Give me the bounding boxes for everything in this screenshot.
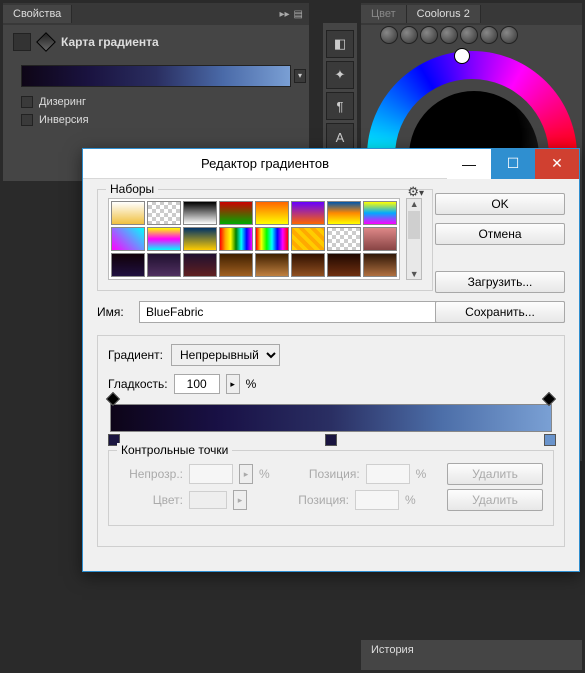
color-stop-mid[interactable] <box>325 434 337 446</box>
inversion-checkbox[interactable] <box>21 114 33 126</box>
position-label-1: Позиция: <box>296 467 360 481</box>
dialog-titlebar[interactable]: Редактор градиентов — ☐ ✕ <box>83 149 579 179</box>
gradient-map-icon <box>36 32 56 52</box>
delete-opacity-stop-button: Удалить <box>447 463 543 485</box>
adjustment-icon <box>13 33 31 51</box>
delete-color-stop-button: Удалить <box>447 489 543 511</box>
opacity-stop-right[interactable] <box>542 392 556 406</box>
save-button[interactable]: Сохранить... <box>435 301 565 323</box>
collapse-icon[interactable]: ▸▸ <box>280 9 290 20</box>
scroll-down-icon[interactable]: ▼ <box>410 269 419 279</box>
vertical-toolbar: ◧ ✦ ¶ A <box>322 22 358 159</box>
gradient-dropdown-icon[interactable]: ▾ <box>294 69 306 83</box>
smooth-label: Гладкость: <box>108 377 168 391</box>
inversion-label: Инверсия <box>39 114 89 126</box>
name-input[interactable] <box>139 301 473 323</box>
gradient-bar[interactable] <box>110 404 552 432</box>
stops-legend: Контрольные точки <box>117 443 232 457</box>
color-flyout-icon: ▸ <box>233 490 247 510</box>
sat-marker[interactable] <box>455 49 469 63</box>
history-panel: История <box>360 639 583 671</box>
cancel-button[interactable]: Отмена <box>435 223 565 245</box>
tab-properties[interactable]: Свойства <box>3 5 72 23</box>
tab-coolorus[interactable]: Coolorus 2 <box>407 5 481 23</box>
window-close-button[interactable]: ✕ <box>535 149 579 179</box>
smooth-flyout-icon[interactable]: ▸ <box>226 374 240 394</box>
ok-button[interactable]: OK <box>435 193 565 215</box>
name-label: Имя: <box>97 305 131 319</box>
opacity-input <box>189 464 233 484</box>
dialog-title: Редактор градиентов <box>83 156 447 171</box>
smooth-input[interactable] <box>174 374 220 394</box>
tool-button-4[interactable]: A <box>326 123 354 151</box>
presets-grid[interactable] <box>108 198 400 280</box>
opacity-label: Непрозр.: <box>119 467 183 481</box>
presets-scrollbar[interactable]: ▲ ▼ <box>406 198 422 280</box>
percent-sign: % <box>246 377 257 391</box>
pos1-percent: % <box>416 467 427 481</box>
presets-fieldset: Наборы ⚙▾ <box>97 189 433 291</box>
scroll-up-icon[interactable]: ▲ <box>410 199 419 209</box>
pos2-percent: % <box>405 493 416 507</box>
color-position-input <box>355 490 399 510</box>
type-select[interactable]: Непрерывный <box>171 344 280 366</box>
color-stop-right[interactable] <box>544 434 556 446</box>
type-label: Градиент: <box>108 348 163 362</box>
position-label-2: Позиция: <box>285 493 349 507</box>
color-swatch <box>189 491 227 509</box>
opacity-flyout-icon: ▸ <box>239 464 253 484</box>
opacity-position-input <box>366 464 410 484</box>
stops-fieldset: Контрольные точки Непрозр.: ▸ % Позиция:… <box>108 450 554 526</box>
opacity-stop-left[interactable] <box>106 392 120 406</box>
gradient-type-fieldset: Градиент: Непрерывный Гладкость: ▸ % <box>97 335 565 547</box>
tab-history[interactable]: История <box>361 640 424 660</box>
gradient-editor-dialog: Редактор градиентов — ☐ ✕ OK Отмена Загр… <box>82 148 580 572</box>
gradient-bar-editor[interactable] <box>110 404 552 432</box>
panel-menu-icon[interactable]: ▤ <box>294 9 303 20</box>
brush-dots <box>380 26 577 44</box>
gradient-map-title: Карта градиента <box>61 35 159 49</box>
dithering-label: Дизеринг <box>39 96 86 108</box>
scroll-thumb[interactable] <box>408 211 420 239</box>
opacity-percent: % <box>259 467 270 481</box>
presets-legend: Наборы <box>106 182 158 196</box>
color-label: Цвет: <box>119 493 183 507</box>
load-button[interactable]: Загрузить... <box>435 271 565 293</box>
inversion-row[interactable]: Инверсия <box>3 111 309 129</box>
dithering-checkbox[interactable] <box>21 96 33 108</box>
window-maximize-button[interactable]: ☐ <box>491 149 535 179</box>
dithering-row[interactable]: Дизеринг <box>3 93 309 111</box>
tool-button-1[interactable]: ◧ <box>326 30 354 58</box>
dialog-side-buttons: OK Отмена Загрузить... Сохранить... <box>435 193 565 323</box>
gradient-preview-bar[interactable]: ▾ <box>21 65 291 87</box>
window-minimize-button[interactable]: — <box>447 149 491 179</box>
tab-color[interactable]: Цвет <box>361 5 407 23</box>
panel-tabs: Свойства ▸▸ ▤ <box>3 3 309 25</box>
gradient-map-header: Карта градиента <box>3 25 309 59</box>
presets-gear-icon[interactable]: ⚙▾ <box>407 184 424 200</box>
tool-button-2[interactable]: ✦ <box>326 61 354 89</box>
tool-button-3[interactable]: ¶ <box>326 92 354 120</box>
